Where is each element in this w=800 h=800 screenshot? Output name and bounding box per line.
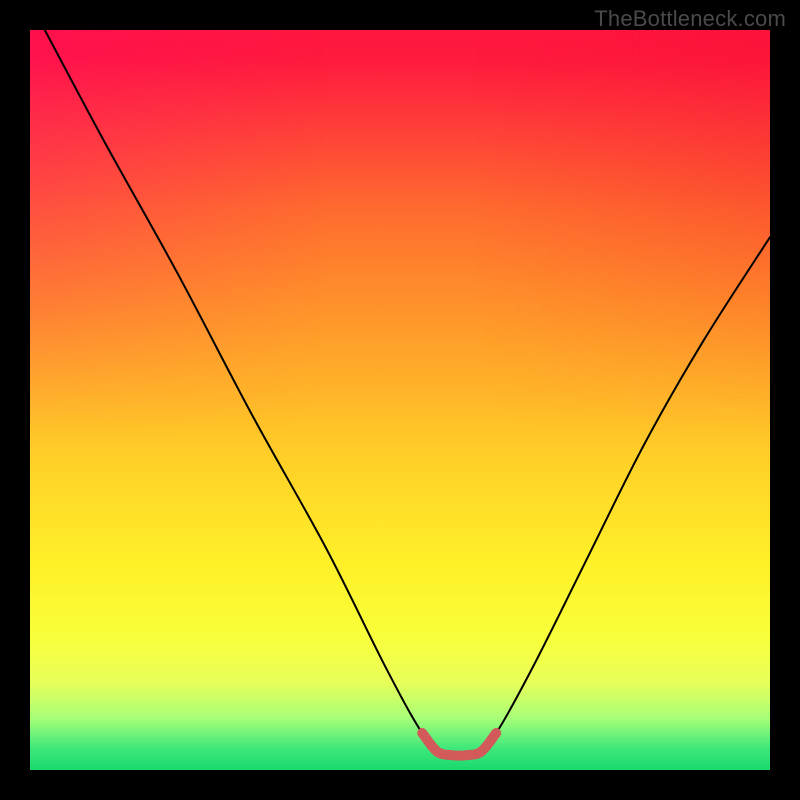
bottleneck-curve-path [45,30,770,758]
plot-area [30,30,770,770]
optimal-flat-region-path [422,733,496,756]
curve-layer [30,30,770,770]
chart-frame: TheBottleneck.com [0,0,800,800]
watermark-text: TheBottleneck.com [594,6,786,32]
